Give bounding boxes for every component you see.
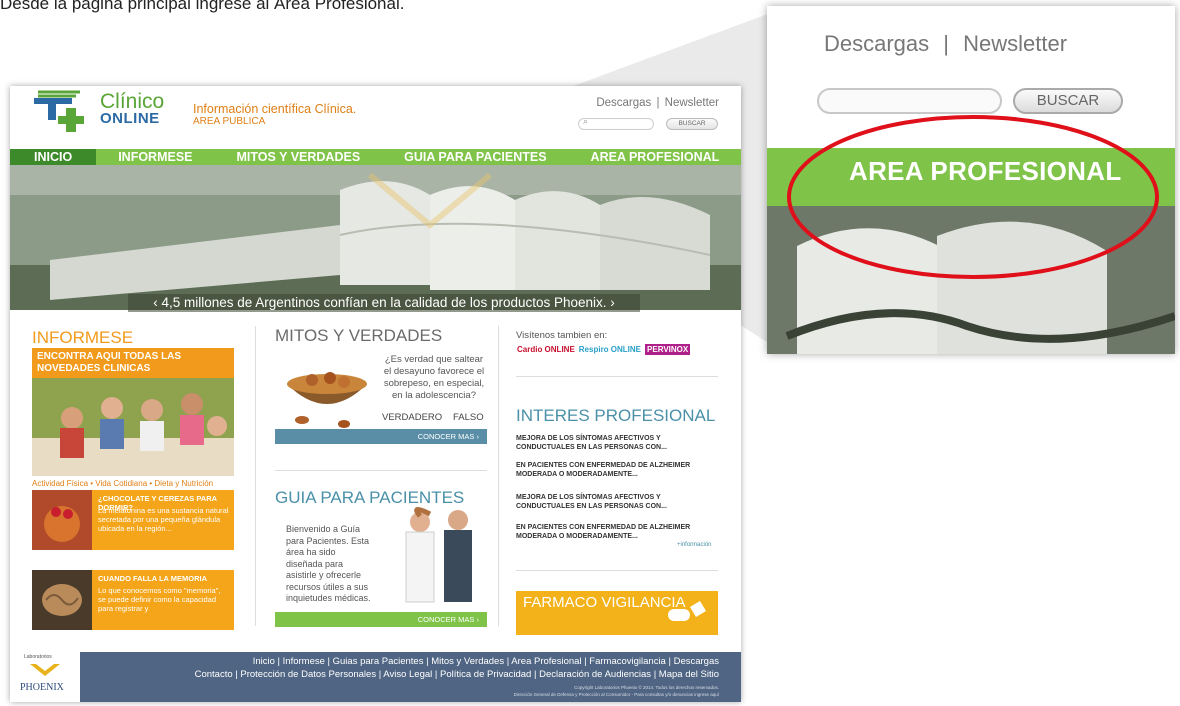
logo-line2: ONLINE (100, 110, 160, 127)
informese-title[interactable]: INFORMESE (32, 328, 133, 348)
promo-chocolate[interactable]: ¿CHOCOLATE Y CEREZAS PARA DORMIR? La mel… (32, 490, 234, 550)
interes-item[interactable]: EN PACIENTES CON ENFERMEDAD DE ALZHEIMER… (516, 523, 716, 541)
promo-memoria[interactable]: CUANDO FALLA LA MEMORIA Lo que conocemos… (32, 570, 234, 630)
zoom-search-input[interactable] (817, 88, 1002, 114)
interes-item[interactable]: MEJORA DE LOS SÍNTOMAS AFECTIVOS Y CONDU… (516, 493, 716, 511)
site-footer: Laboratorios PHOENIX Inicio | Informese … (10, 652, 741, 702)
brand-respiro[interactable]: Respiro ONLINE (579, 344, 641, 355)
falso-button[interactable]: FALSO (453, 412, 484, 423)
hero-banner[interactable] (10, 165, 741, 310)
nav-item-inicio[interactable]: INICIO (10, 149, 97, 165)
informese-banner-text: ENCONTRA AQUI TODAS LAS NOVEDADES CLINIC… (37, 351, 182, 374)
main-nav: INICIO INFORMESE MITOS Y VERDADES GUIA P… (10, 149, 741, 165)
informese-banner[interactable]: ENCONTRA AQUI TODAS LAS NOVEDADES CLINIC… (32, 348, 234, 476)
guia-title[interactable]: GUIA PARA PACIENTES (275, 488, 464, 508)
mitos-more-button[interactable]: CONOCER MAS › (275, 429, 487, 444)
footer-links-row2[interactable]: Contacto | Protección de Datos Personale… (195, 669, 719, 680)
section-divider (516, 570, 718, 571)
top-links[interactable]: Descargas | Newsletter (596, 97, 719, 109)
footer-consumer-info[interactable]: Dirección General de Defensa y Protecció… (514, 692, 719, 697)
website-screenshot: Clínico ONLINE Información científica Cl… (10, 86, 741, 702)
nav-item-area-profesional[interactable]: AREA PROFESIONAL (569, 149, 741, 165)
pill-icon (668, 601, 706, 621)
nav-item-informese[interactable]: INFORMESE (96, 149, 214, 165)
family-photo (32, 378, 234, 476)
section-divider (516, 376, 718, 377)
section-divider (275, 470, 487, 471)
interes-item[interactable]: EN PACIENTES CON ENFERMEDAD DE ALZHEIMER… (516, 461, 716, 479)
nuts-bowl-image (287, 372, 367, 428)
interes-title[interactable]: INTERES PROFESIONAL (516, 406, 715, 426)
zoom-top-links[interactable]: Descargas | Newsletter (824, 31, 1067, 57)
guia-more-button[interactable]: CONOCER MAS › (275, 612, 487, 627)
instruction-text: Desde la página principal ingrese al Áre… (0, 0, 405, 13)
brand-pervinox[interactable]: PERVINOX (645, 344, 691, 355)
mitos-question: ¿Es verdad que saltear el desayuno favor… (383, 354, 485, 401)
highlight-ellipse (787, 115, 1159, 279)
doctors-image (405, 507, 472, 603)
guia-text: Bienvenido a Guía para Pacientes. Esta á… (286, 524, 371, 603)
phoenix-logo[interactable]: Laboratorios PHOENIX (10, 652, 80, 702)
nav-item-guia[interactable]: GUIA PARA PACIENTES (382, 149, 568, 165)
visit-label: Visítenos tambien en: (516, 330, 608, 341)
promo-chocolate-desc: La melatonina es una sustancia natural s… (98, 506, 229, 533)
search-input[interactable]: ⌕ (578, 116, 654, 130)
factory-photo (10, 165, 741, 310)
phoenix-logo-name: PHOENIX (20, 682, 64, 693)
hero-caption: ‹ 4,5 millones de Argentinos confían en … (128, 294, 640, 312)
zoom-panel: Descargas | Newsletter BUSCAR AREA PROFE… (767, 6, 1175, 354)
verdadero-button[interactable]: VERDADERO (382, 412, 442, 423)
phoenix-logo-top: Laboratorios (24, 654, 52, 660)
farmaco-text: FARMACO VIGILANCIA (523, 594, 686, 611)
column-divider (255, 326, 256, 626)
interes-item[interactable]: MEJORA DE LOS SÍNTOMAS AFECTIVOS Y CONDU… (516, 434, 716, 452)
footer-links-row1[interactable]: Inicio | Informese | Guias para Paciente… (253, 656, 719, 667)
dessert-image (32, 490, 92, 550)
nav-item-mitos[interactable]: MITOS Y VERDADES (215, 149, 383, 165)
tagline: Información científica Clínica. (193, 102, 357, 116)
zoom-search-button[interactable]: BUSCAR (1013, 88, 1123, 114)
brand-cardio[interactable]: Cardio ONLINE (517, 344, 575, 355)
more-info-link[interactable]: +información (677, 542, 712, 548)
search-icon: ⌕ (583, 116, 589, 126)
tagline-sub: AREA PUBLICA (193, 116, 266, 127)
brain-image (32, 570, 92, 630)
footer-copyright: Copyright Laboratorios Phoenix © 2014. T… (574, 685, 719, 690)
promo-memoria-title: CUANDO FALLA LA MEMORIA (98, 574, 208, 583)
brand-links: Cardio ONLINE Respiro ONLINE PERVINOX (517, 344, 691, 355)
phoenix-bird-icon (30, 664, 60, 676)
column-divider (498, 326, 499, 626)
farmacovigilancia-banner[interactable]: FARMACO VIGILANCIA (516, 591, 718, 635)
mitos-title[interactable]: MITOS Y VERDADES (275, 326, 442, 346)
search-button[interactable]: BUSCAR (666, 118, 718, 130)
informese-links[interactable]: Actividad Física • Vida Cotidiana • Diet… (32, 479, 213, 488)
promo-memoria-desc: Lo que conocemos como "memoria", se pued… (98, 586, 221, 613)
